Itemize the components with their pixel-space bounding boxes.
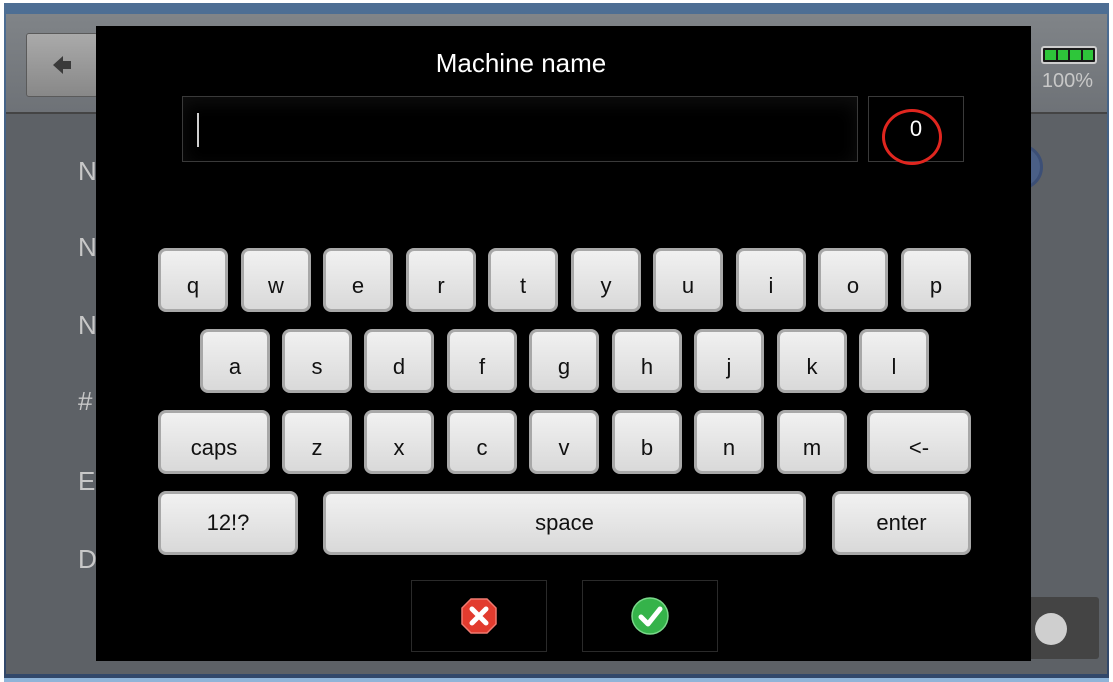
- key-l[interactable]: l: [859, 329, 929, 393]
- key-y[interactable]: y: [571, 248, 641, 312]
- battery-percent: 100%: [1041, 70, 1093, 92]
- bg-row-label-2: N: [78, 232, 97, 262]
- back-arrow-icon: [53, 56, 71, 74]
- key-b[interactable]: b: [612, 410, 682, 474]
- dialog-title: Machine name: [435, 48, 607, 78]
- back-button[interactable]: [26, 33, 98, 97]
- enter-key[interactable]: enter: [832, 491, 971, 555]
- bg-row-label-1: N: [78, 156, 97, 186]
- key-c[interactable]: c: [447, 410, 517, 474]
- backspace-key[interactable]: <-: [867, 410, 971, 474]
- space-key[interactable]: space: [323, 491, 806, 555]
- key-i[interactable]: i: [736, 248, 806, 312]
- bg-row-label-6: D: [78, 544, 97, 574]
- key-a[interactable]: a: [200, 329, 270, 393]
- caps-key[interactable]: caps: [158, 410, 270, 474]
- bg-row-label-5: E: [78, 466, 96, 496]
- machine-name-input[interactable]: [203, 109, 847, 153]
- bg-action-button: [1021, 597, 1099, 659]
- text-caret: [197, 113, 199, 147]
- frame-bottom-edge: [0, 678, 1113, 682]
- symbols-key[interactable]: 12!?: [158, 491, 298, 555]
- key-p[interactable]: p: [901, 248, 971, 312]
- key-t[interactable]: t: [488, 248, 558, 312]
- key-o[interactable]: o: [818, 248, 888, 312]
- key-q[interactable]: q: [158, 248, 228, 312]
- bg-disabled-icon: [1035, 613, 1067, 645]
- annotation-highlight-circle: [882, 109, 942, 165]
- key-k[interactable]: k: [777, 329, 847, 393]
- cancel-icon: [461, 598, 497, 634]
- key-h[interactable]: h: [612, 329, 682, 393]
- cancel-button[interactable]: [411, 580, 547, 652]
- bg-row-label-4: #: [78, 386, 93, 416]
- key-d[interactable]: d: [364, 329, 434, 393]
- frame-top-edge: [0, 0, 1113, 3]
- machine-name-dialog: Machine name 0 q w e r t y u i o p a s d…: [96, 26, 1031, 661]
- key-x[interactable]: x: [364, 410, 434, 474]
- key-u[interactable]: u: [653, 248, 723, 312]
- confirm-check-icon: [631, 597, 669, 635]
- key-j[interactable]: j: [694, 329, 764, 393]
- key-f[interactable]: f: [447, 329, 517, 393]
- key-r[interactable]: r: [406, 248, 476, 312]
- key-w[interactable]: w: [241, 248, 311, 312]
- key-z[interactable]: z: [282, 410, 352, 474]
- machine-name-input-box[interactable]: [182, 96, 858, 162]
- bg-row-label-3: N: [78, 310, 97, 340]
- key-n[interactable]: n: [694, 410, 764, 474]
- key-g[interactable]: g: [529, 329, 599, 393]
- confirm-button[interactable]: [582, 580, 718, 652]
- frame-left-edge: [0, 0, 4, 682]
- key-m[interactable]: m: [777, 410, 847, 474]
- battery-icon: [1041, 46, 1097, 64]
- key-e[interactable]: e: [323, 248, 393, 312]
- battery-indicator: 100%: [1031, 40, 1097, 92]
- key-s[interactable]: s: [282, 329, 352, 393]
- key-v[interactable]: v: [529, 410, 599, 474]
- frame-right-edge: [1109, 0, 1113, 682]
